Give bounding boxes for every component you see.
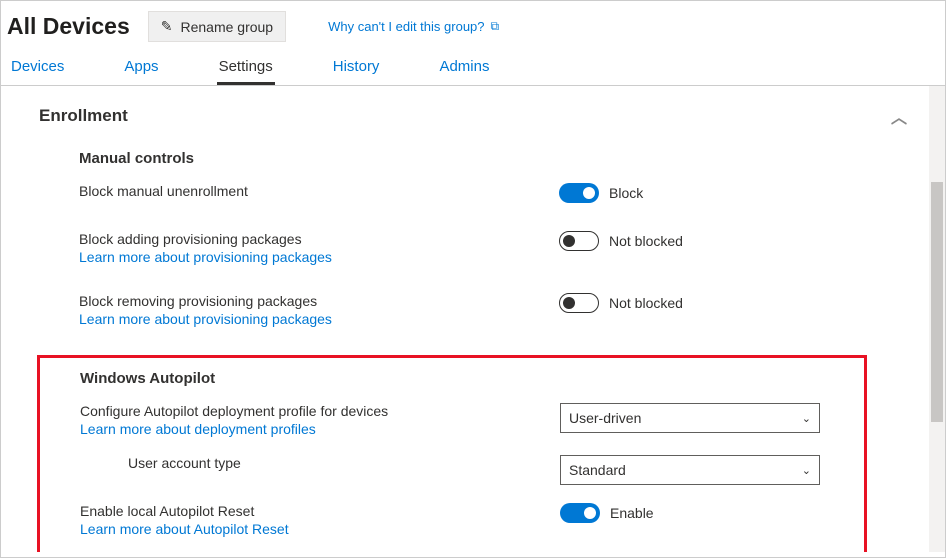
scrollbar-thumb[interactable] bbox=[931, 182, 943, 422]
learn-autopilot-reset-link[interactable]: Learn more about Autopilot Reset bbox=[80, 521, 289, 537]
block-remove-prov-row: Block removing provisioning packages Lea… bbox=[79, 293, 907, 327]
tab-admins[interactable]: Admins bbox=[437, 50, 491, 85]
user-account-type-value: Standard bbox=[569, 462, 626, 478]
rename-group-label: Rename group bbox=[180, 19, 273, 35]
block-add-prov-toggle[interactable] bbox=[559, 231, 599, 251]
chevron-up-icon: ︿ bbox=[891, 104, 907, 128]
block-unenrollment-state: Block bbox=[609, 185, 643, 201]
user-account-type-row: User account type Standard ⌄ bbox=[80, 455, 864, 485]
rename-group-button[interactable]: ✎ Rename group bbox=[148, 11, 286, 42]
learn-provisioning-link-2[interactable]: Learn more about provisioning packages bbox=[79, 311, 332, 327]
block-unenrollment-label: Block manual unenrollment bbox=[79, 183, 559, 199]
block-remove-prov-label: Block removing provisioning packages bbox=[79, 293, 559, 309]
block-add-prov-row: Block adding provisioning packages Learn… bbox=[79, 231, 907, 265]
configure-profile-row: Configure Autopilot deployment profile f… bbox=[80, 403, 864, 437]
tab-apps[interactable]: Apps bbox=[122, 50, 160, 85]
block-unenrollment-toggle[interactable] bbox=[559, 183, 599, 203]
block-remove-prov-state: Not blocked bbox=[609, 295, 683, 311]
enrollment-section-header[interactable]: Enrollment ︿ bbox=[39, 104, 907, 128]
tab-devices[interactable]: Devices bbox=[9, 50, 66, 85]
manual-controls-title: Manual controls bbox=[79, 150, 907, 167]
block-remove-prov-toggle[interactable] bbox=[559, 293, 599, 313]
block-add-prov-state: Not blocked bbox=[609, 233, 683, 249]
deployment-profile-select[interactable]: User-driven ⌄ bbox=[560, 403, 820, 433]
enable-autopilot-reset-state: Enable bbox=[610, 505, 654, 521]
edit-group-help-link[interactable]: Why can't I edit this group? ⧉ bbox=[328, 19, 499, 34]
user-account-type-select[interactable]: Standard ⌄ bbox=[560, 455, 820, 485]
chevron-down-icon: ⌄ bbox=[802, 412, 811, 425]
autopilot-title: Windows Autopilot bbox=[80, 370, 864, 387]
tab-bar: Devices Apps Settings History Admins bbox=[1, 50, 945, 86]
help-link-text: Why can't I edit this group? bbox=[328, 19, 484, 34]
enable-autopilot-reset-row: Enable local Autopilot Reset Learn more … bbox=[80, 503, 864, 537]
learn-provisioning-link-1[interactable]: Learn more about provisioning packages bbox=[79, 249, 332, 265]
page-title: All Devices bbox=[7, 13, 130, 40]
enrollment-title: Enrollment bbox=[39, 106, 128, 126]
enable-autopilot-reset-label: Enable local Autopilot Reset bbox=[80, 503, 560, 519]
pencil-icon: ✎ bbox=[161, 18, 173, 35]
block-add-prov-label: Block adding provisioning packages bbox=[79, 231, 559, 247]
deployment-profile-value: User-driven bbox=[569, 410, 641, 426]
block-unenrollment-row: Block manual unenrollment Block bbox=[79, 183, 907, 203]
autopilot-highlight-box: Windows Autopilot Configure Autopilot de… bbox=[37, 355, 867, 552]
learn-deployment-profiles-link[interactable]: Learn more about deployment profiles bbox=[80, 421, 316, 437]
user-account-type-label: User account type bbox=[128, 455, 560, 471]
tab-history[interactable]: History bbox=[331, 50, 382, 85]
enable-autopilot-reset-toggle[interactable] bbox=[560, 503, 600, 523]
external-link-icon: ⧉ bbox=[491, 19, 500, 34]
configure-profile-label: Configure Autopilot deployment profile f… bbox=[80, 403, 560, 419]
tab-settings[interactable]: Settings bbox=[217, 50, 275, 85]
chevron-down-icon: ⌄ bbox=[802, 464, 811, 477]
scrollbar-track[interactable] bbox=[929, 86, 945, 552]
